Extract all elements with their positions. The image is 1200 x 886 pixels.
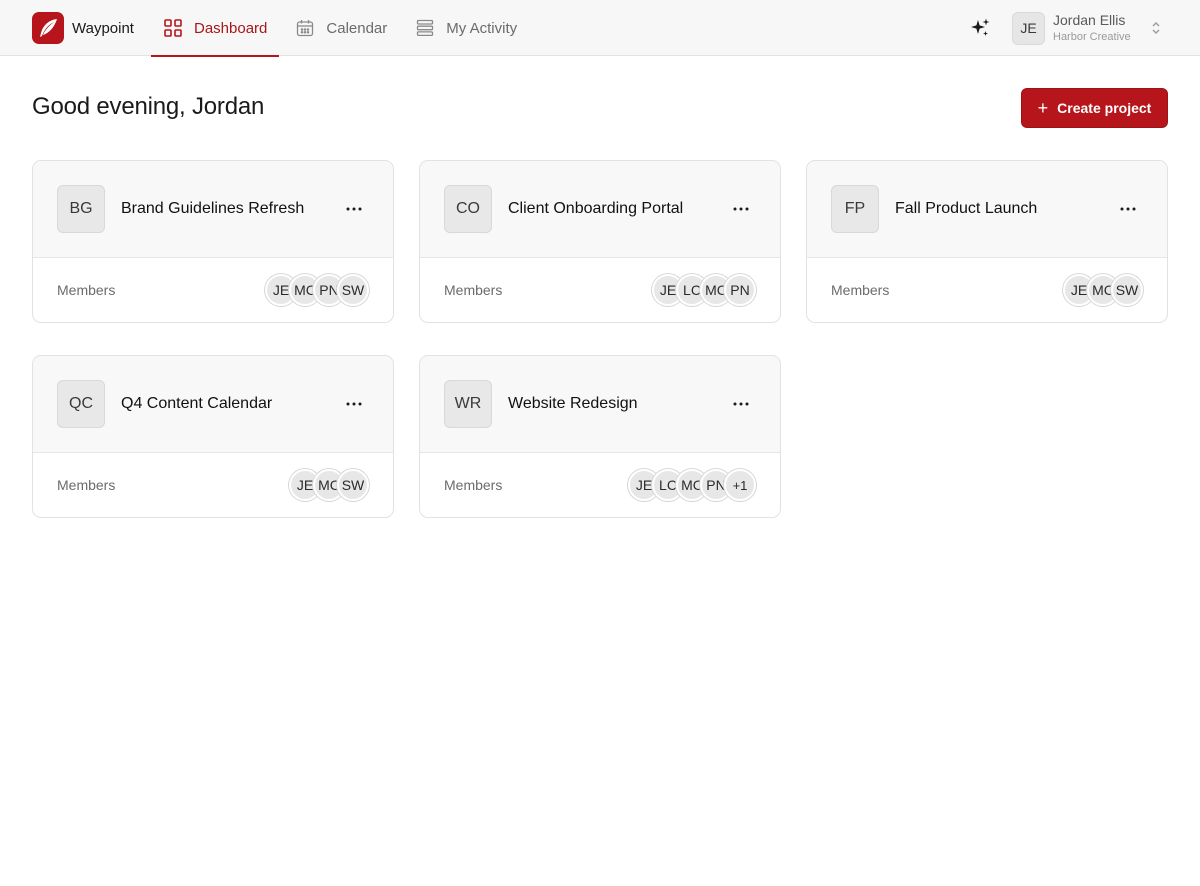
plus-icon: + [1037,98,1049,118]
member-avatar[interactable]: SW [1111,274,1143,306]
more-options-button[interactable] [1117,199,1139,219]
brand[interactable]: Waypoint [32,11,134,45]
feather-logo-icon [32,12,64,44]
tab-dashboard-label: Dashboard [194,19,268,37]
project-badge: QC [57,380,105,428]
member-avatar[interactable]: SW [337,469,369,501]
project-card-header[interactable]: FP Fall Product Launch [807,161,1167,258]
member-avatars: JE MC SW [1063,274,1143,306]
ellipsis-icon [346,207,362,211]
ai-assistant-button[interactable] [968,16,992,40]
project-card-footer: Members JE LC MC PN +1 [420,453,780,517]
project-card: CO Client Onboarding Portal Members JE L… [419,160,781,323]
user-name: Jordan Ellis [1053,12,1126,28]
project-card-header[interactable]: WR Website Redesign [420,356,780,453]
create-project-label: Create project [1057,100,1152,116]
tab-calendar[interactable]: Calendar [283,0,399,56]
main-nav: Dashboard Calendar My Activity [151,0,529,57]
ellipsis-icon [733,207,749,211]
members-label: Members [57,282,116,298]
member-avatars: JE LC MC PN [652,274,756,306]
members-label: Members [444,477,503,493]
calendar-icon [295,18,315,38]
members-label: Members [831,282,890,298]
create-project-button[interactable]: + Create project [1021,88,1168,128]
project-card-header[interactable]: BG Brand Guidelines Refresh [33,161,393,258]
more-options-button[interactable] [343,199,365,219]
members-label: Members [57,477,116,493]
project-title: Brand Guidelines Refresh [121,200,305,217]
more-members-badge[interactable]: +1 [724,469,756,501]
list-icon [415,18,435,38]
project-card-footer: Members JE MC SW [33,453,393,517]
more-options-button[interactable] [343,394,365,414]
project-card-footer: Members JE MC PN SW [33,258,393,322]
tab-calendar-label: Calendar [326,19,388,37]
project-badge: CO [444,185,492,233]
project-card-footer: Members JE LC MC PN [420,258,780,322]
sparkles-icon [971,18,990,36]
project-badge: WR [444,380,492,428]
more-options-button[interactable] [730,394,752,414]
app-name: Waypoint [72,19,134,37]
project-title: Q4 Content Calendar [121,395,273,412]
project-card: BG Brand Guidelines Refresh Members JE M… [32,160,394,323]
chevron-up-down-icon [1152,22,1160,34]
page-greeting: Good evening, Jordan [32,93,265,120]
tab-dashboard[interactable]: Dashboard [151,0,280,57]
project-card: WR Website Redesign Members JE LC MC PN … [419,355,781,518]
project-card-header[interactable]: CO Client Onboarding Portal [420,161,780,258]
project-badge: FP [831,185,879,233]
top-bar: Waypoint Dashboard Calendar My Activity … [0,0,1200,57]
project-title: Client Onboarding Portal [508,200,684,217]
project-card-footer: Members JE MC SW [807,258,1167,322]
member-avatars: JE MC PN SW [265,274,369,306]
grid-icon [163,18,183,38]
tab-my-activity-label: My Activity [446,19,518,37]
project-card: FP Fall Product Launch Members JE MC SW [806,160,1168,323]
project-badge: BG [57,185,105,233]
project-title: Fall Product Launch [895,200,1038,217]
member-avatar[interactable]: SW [337,274,369,306]
project-card: QC Q4 Content Calendar Members JE MC SW [32,355,394,518]
ellipsis-icon [733,402,749,406]
member-avatars: JE LC MC PN +1 [628,469,756,501]
user-switcher[interactable]: JE Jordan Ellis Harbor Creative [1012,10,1160,46]
member-avatars: JE MC SW [289,469,369,501]
members-label: Members [444,282,503,298]
project-title: Website Redesign [508,395,638,412]
project-card-header[interactable]: QC Q4 Content Calendar [33,356,393,453]
tab-my-activity[interactable]: My Activity [403,0,529,56]
member-avatar[interactable]: PN [724,274,756,306]
more-options-button[interactable] [730,199,752,219]
user-info: Jordan Ellis Harbor Creative [1053,12,1131,44]
ellipsis-icon [1120,207,1136,211]
user-avatar: JE [1012,11,1045,45]
user-org: Harbor Creative [1053,31,1131,43]
ellipsis-icon [346,402,362,406]
